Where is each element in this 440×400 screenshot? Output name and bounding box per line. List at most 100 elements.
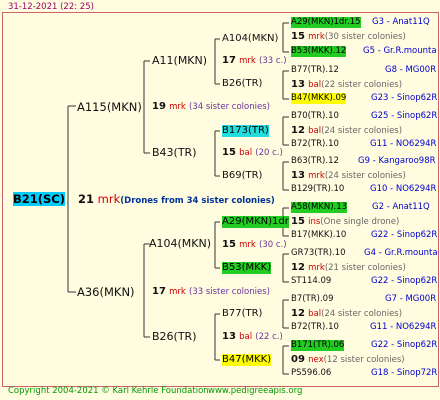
- queen-root[interactable]: B21(SC): [13, 192, 66, 206]
- stats-count: 13: [291, 79, 305, 90]
- gen2-stats: 13 bal (22 c.): [222, 331, 283, 343]
- stats-mrk: mrk: [239, 56, 256, 66]
- queen-gen2-a11[interactable]: A11(MKN): [152, 55, 207, 67]
- queen-gen4[interactable]: PS596.06: [291, 368, 331, 379]
- queen-gen2-a104[interactable]: A104(MKN): [149, 238, 211, 250]
- gen2-stats: 15 bal (20 c.): [222, 147, 283, 159]
- queen-gen1-a36[interactable]: A36(MKN): [77, 285, 135, 299]
- gen2-stats: 15 mrk (30 c.): [222, 239, 287, 251]
- queen-gen3[interactable]: A29(MKN)1dr: [222, 216, 289, 228]
- queen-gen2-b43[interactable]: B43(TR): [152, 147, 197, 159]
- queen-code: G22 - Sinop62R: [371, 276, 438, 286]
- stats-sub: (24 sister colonies): [324, 171, 406, 181]
- queen-gen3[interactable]: B69(TR): [222, 170, 262, 182]
- stats-count: 15: [222, 239, 236, 250]
- root-note: (Drones from 34 sister colonies): [120, 196, 275, 206]
- queen-gen3[interactable]: B26(TR): [222, 78, 262, 90]
- gen1-stats-a115: 19 mrk (34 sister colonies): [152, 101, 270, 113]
- queen-code: G11 - NO6294R: [370, 139, 437, 149]
- queen-gen4[interactable]: B63(TR).12: [291, 156, 339, 167]
- gen3-stats: 12 bal(24 sister colonies): [291, 308, 402, 320]
- queen-code: G23 - Sinop62R: [371, 93, 438, 103]
- site-link[interactable]: www.pedigreeapis.org: [208, 386, 302, 397]
- stats-sub: (12 sister colonies): [323, 355, 405, 365]
- stats-sub: (30 c.): [259, 240, 287, 250]
- stats-sub: (33 c.): [259, 56, 287, 66]
- queen-gen4[interactable]: B171(TR).06: [291, 340, 345, 351]
- stats-count: 15: [291, 216, 305, 227]
- queen-code: G4 - Gr.R.mounta: [364, 248, 438, 258]
- queen-code: G8 - MG00R: [385, 65, 437, 75]
- stats-mrk: ins: [308, 217, 321, 227]
- stats-mrk: bal: [308, 309, 322, 319]
- queen-code: G25 - Sinop62R: [371, 111, 438, 121]
- queen-gen2-b26[interactable]: B26(TR): [152, 331, 197, 343]
- stats-sub: (24 sister colonies): [321, 126, 403, 136]
- stats-sub: (22 sister colonies): [321, 80, 403, 90]
- stats-count: 15: [291, 31, 305, 42]
- queen-gen4[interactable]: B53(MKK).12: [291, 46, 347, 57]
- stats-mrk: mrk: [169, 287, 186, 297]
- stats-mrk: nex: [308, 355, 324, 365]
- gen3-stats: 15 ins(One single drone): [291, 216, 399, 228]
- queen-code: G18 - Sinop72R: [371, 368, 438, 378]
- gen3-stats: 13 mrk(24 sister colonies): [291, 170, 406, 182]
- stats-sub: (33 sister colonies): [189, 287, 270, 297]
- queen-gen3[interactable]: B47(MKK): [222, 354, 272, 366]
- queen-gen3[interactable]: B77(TR): [222, 308, 262, 320]
- stats-count: 17: [222, 55, 236, 66]
- stats-sub: (21 sister colonies): [324, 263, 406, 273]
- queen-code: G22 - Sinop62R: [371, 230, 438, 240]
- stats-count: 12: [291, 308, 305, 319]
- root-count: 21: [78, 192, 95, 206]
- stats-mrk: bal: [308, 80, 322, 90]
- gen3-stats: 12 mrk(21 sister colonies): [291, 262, 406, 274]
- stats-count: 17: [152, 286, 166, 297]
- stats-sub: (20 c.): [255, 148, 283, 158]
- stats-count: 09: [291, 354, 305, 365]
- stats-count: 15: [222, 147, 236, 158]
- queen-gen4[interactable]: B77(TR).12: [291, 65, 339, 76]
- gen2-stats: 17 mrk (33 c.): [222, 55, 287, 67]
- queen-gen4[interactable]: B7(TR).09: [291, 294, 334, 305]
- queen-gen4[interactable]: B72(TR).10: [291, 322, 339, 333]
- queen-gen4[interactable]: B129(TR).10: [291, 184, 344, 195]
- queen-gen3[interactable]: B53(MKK): [222, 262, 272, 274]
- gen3-stats: 15 mrk(30 sister colonies): [291, 31, 406, 43]
- stats-mrk: mrk: [308, 171, 325, 181]
- stats-count: 12: [291, 262, 305, 273]
- gen3-stats: 12 bal(24 sister colonies): [291, 125, 402, 137]
- stats-sub: (34 sister colonies): [189, 102, 270, 112]
- queen-gen1-a115[interactable]: A115(MKN): [77, 100, 142, 114]
- queen-code: G2 - Anat11Q: [372, 202, 430, 212]
- queen-code: G3 - Anat11Q: [372, 17, 430, 27]
- queen-gen4[interactable]: GR73(TR).10: [291, 248, 346, 259]
- stats-count: 13: [222, 331, 236, 342]
- copyright-text: Copyright 2004-2021 © Karl Kehrle Founda…: [8, 386, 209, 396]
- stats-mrk: mrk: [308, 32, 325, 42]
- queen-code: G9 - Kangaroo98R: [358, 156, 436, 166]
- root-mrk: mrk: [97, 192, 121, 206]
- queen-gen4[interactable]: ST114.09: [291, 276, 331, 287]
- queen-gen4[interactable]: B70(TR).10: [291, 111, 339, 122]
- queen-gen4[interactable]: B17(MKK).10: [291, 230, 346, 241]
- stats-mrk: mrk: [239, 240, 256, 250]
- stats-sub: (22 c.): [255, 332, 283, 342]
- stats-sub: (One single drone): [320, 217, 400, 227]
- queen-gen4[interactable]: A58(MKN).13: [291, 202, 348, 213]
- queen-gen4[interactable]: B72(TR).10: [291, 139, 339, 150]
- queen-gen3[interactable]: A104(MKN): [222, 33, 278, 45]
- stats-mrk: bal: [308, 126, 322, 136]
- queen-gen4[interactable]: A29(MKN)1dr.15: [291, 17, 361, 28]
- stats-count: 13: [291, 170, 305, 181]
- gen3-stats: 09 nex(12 sister colonies): [291, 354, 405, 366]
- queen-code: G7 - MG00R: [385, 294, 437, 304]
- root-stats: 21 mrk(Drones from 34 sister colonies): [78, 192, 275, 207]
- queen-code: G10 - NO6294R: [370, 184, 437, 194]
- stats-mrk: mrk: [308, 263, 325, 273]
- gen1-stats-a36: 17 mrk (33 sister colonies): [152, 286, 270, 298]
- stats-sub: (30 sister colonies): [324, 32, 406, 42]
- queen-gen4[interactable]: B47(MKK).09: [291, 93, 347, 104]
- queen-gen3[interactable]: B173(TR): [222, 125, 269, 137]
- stats-mrk: bal: [239, 332, 253, 342]
